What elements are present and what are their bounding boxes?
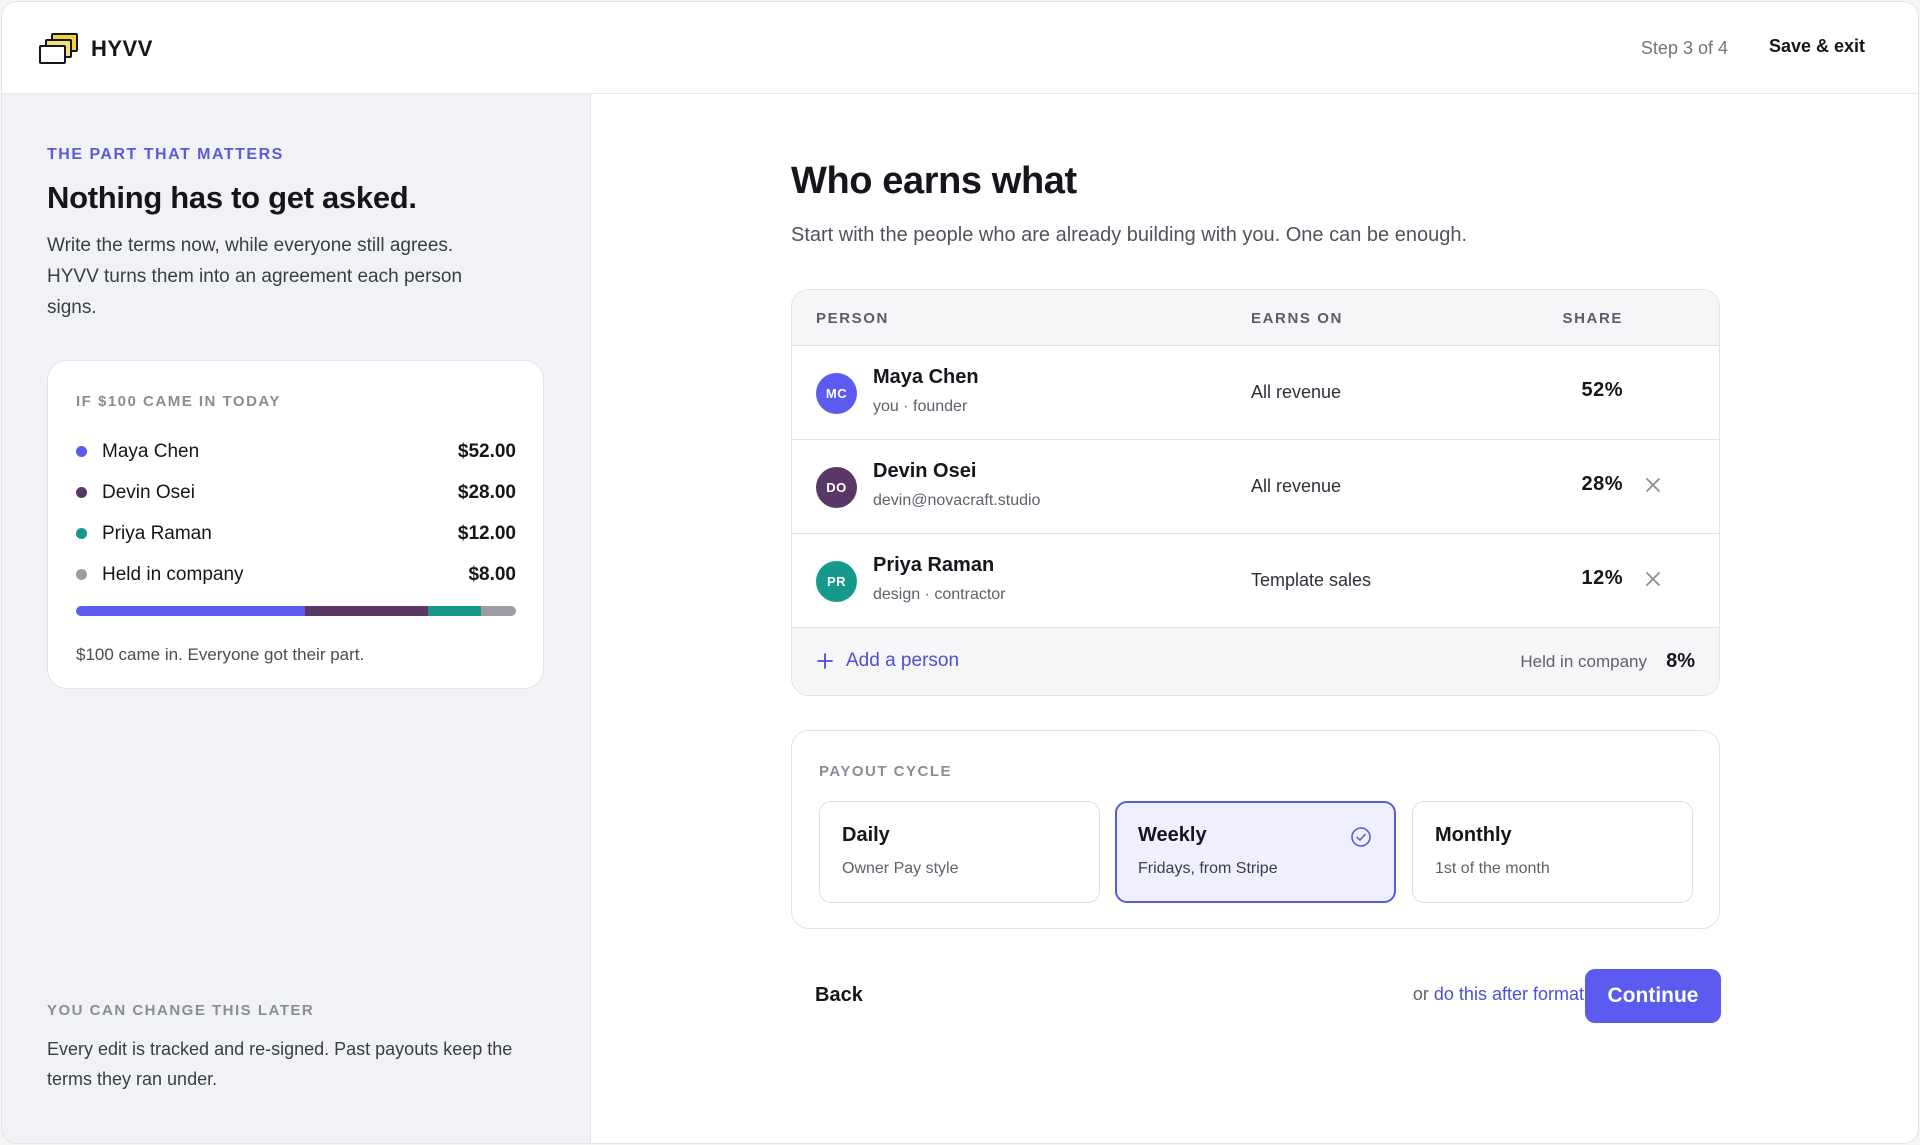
- simulation-list: Maya Chen $52.00 Devin Osei $28.00 Priya…: [76, 431, 516, 595]
- app-window: HYVV Step 3 of 4 Save & exit THE PART TH…: [1, 1, 1919, 1144]
- earns-on-value[interactable]: All revenue: [1251, 382, 1341, 403]
- split-bar-segment: [480, 606, 516, 616]
- share-value[interactable]: 28%: [1581, 473, 1623, 496]
- avatar: PR: [816, 561, 857, 602]
- defer-prefix: or: [1412, 984, 1429, 1004]
- color-dot: [76, 528, 87, 539]
- avatar: MC: [816, 373, 857, 414]
- payout-option-daily[interactable]: Daily Owner Pay style: [819, 801, 1100, 903]
- color-dot: [76, 487, 87, 498]
- color-dot: [76, 446, 87, 457]
- simulation-name: Held in company: [102, 563, 244, 585]
- hyvv-logo-icon: [39, 32, 79, 66]
- continue-button[interactable]: Continue: [1585, 969, 1721, 1023]
- simulation-amount: $12.00: [457, 522, 516, 544]
- earns-on-value[interactable]: All revenue: [1251, 476, 1341, 497]
- person-name: Maya Chen: [873, 366, 979, 388]
- person-meta: you · founder: [873, 398, 968, 415]
- simulation-name: Devin Osei: [102, 481, 195, 503]
- close-icon: [1646, 478, 1660, 492]
- simulation-amount: $52.00: [457, 440, 516, 462]
- step-indicator: Step 3 of 4: [1640, 38, 1728, 58]
- simulation-amount: $8.00: [468, 563, 516, 585]
- brand-name: HYVV: [91, 36, 153, 61]
- simulation-row: Held in company $8.00: [76, 554, 516, 595]
- option-title: Daily: [842, 824, 890, 846]
- earns-on-value[interactable]: Template sales: [1251, 570, 1371, 591]
- sidebar-body: Write the terms now, while everyone stil…: [47, 235, 463, 318]
- option-subtitle: 1st of the month: [1435, 860, 1550, 877]
- table-footer: Add a person Held in company 8%: [792, 628, 1719, 695]
- back-button[interactable]: Back: [815, 984, 863, 1007]
- held-in-company-value: 8%: [1666, 650, 1695, 672]
- sidebar-eyebrow: THE PART THAT MATTERS: [47, 146, 284, 163]
- split-bar-segment: [76, 606, 305, 616]
- split-bar-segment: [304, 606, 428, 616]
- add-person-button[interactable]: Add a person: [816, 650, 959, 672]
- plus-icon: [817, 653, 833, 669]
- simulation-row: Maya Chen $52.00: [76, 431, 516, 472]
- simulation-footer: $100 came in. Everyone got their part.: [76, 645, 365, 664]
- option-title: Monthly: [1435, 824, 1512, 846]
- table-row[interactable]: MC Maya Chen you · founder All revenue 5…: [792, 346, 1719, 440]
- remove-person-button[interactable]: [1641, 473, 1665, 497]
- simulation-row: Priya Raman $12.00: [76, 513, 516, 554]
- avatar: DO: [816, 467, 857, 508]
- simulation-name: Maya Chen: [102, 440, 200, 462]
- table-header: PERSON EARNS ON SHARE: [792, 290, 1719, 346]
- held-in-company-label: Held in company: [1520, 652, 1647, 671]
- split-bar: [76, 606, 516, 616]
- payout-cycle-eyebrow: PAYOUT CYCLE: [819, 763, 953, 780]
- remove-person-button[interactable]: [1641, 567, 1665, 591]
- table-row[interactable]: DO Devin Osei devin@novacraft.studio All…: [792, 440, 1719, 534]
- sidebar: THE PART THAT MATTERS Nothing has to get…: [2, 94, 591, 1143]
- option-title: Weekly: [1138, 824, 1207, 846]
- option-subtitle: Owner Pay style: [842, 860, 959, 877]
- column-header-earns-on: EARNS ON: [1251, 310, 1343, 327]
- save-exit-button[interactable]: Save & exit: [1769, 36, 1865, 57]
- top-bar: HYVV Step 3 of 4 Save & exit: [2, 2, 1918, 94]
- note-eyebrow: YOU CAN CHANGE THIS LATER: [47, 1002, 315, 1019]
- share-value[interactable]: 52%: [1581, 379, 1623, 402]
- payout-option-monthly[interactable]: Monthly 1st of the month: [1412, 801, 1693, 903]
- option-subtitle: Fridays, from Stripe: [1138, 860, 1278, 877]
- simulation-amount: $28.00: [457, 481, 516, 503]
- person-name: Devin Osei: [873, 460, 977, 482]
- share-value[interactable]: 12%: [1581, 567, 1623, 590]
- add-person-label: Add a person: [846, 650, 960, 671]
- payout-cycle-card: PAYOUT CYCLE Daily Owner Pay style Weekl…: [791, 730, 1720, 929]
- column-header-share: SHARE: [1562, 310, 1623, 327]
- sidebar-title: Nothing has to get asked.: [47, 180, 417, 215]
- person-meta: design · contractor: [873, 586, 1006, 603]
- defer-text: or do this after formation: [1413, 984, 1608, 1005]
- split-bar-segment: [427, 606, 481, 616]
- page-title: Who earns what: [791, 160, 1077, 202]
- check-circle-icon: [1350, 826, 1372, 848]
- column-header-person: PERSON: [816, 310, 889, 327]
- person-name: Priya Raman: [873, 554, 995, 576]
- payout-option-weekly[interactable]: Weekly Fridays, from Stripe: [1115, 801, 1396, 903]
- close-icon: [1646, 572, 1660, 586]
- simulation-name: Priya Raman: [102, 522, 212, 544]
- earnings-table: PERSON EARNS ON SHARE MC Maya Chen you ·…: [791, 289, 1720, 696]
- page-subtitle: Start with the people who are already bu…: [791, 224, 1467, 246]
- note-body: Every edit is tracked and re-signed. Pas…: [47, 1039, 513, 1089]
- defer-link[interactable]: do this after formation: [1434, 984, 1608, 1004]
- table-row[interactable]: PR Priya Raman design · contractor Templ…: [792, 534, 1719, 628]
- payout-simulation-card: IF $100 CAME IN TODAY Maya Chen $52.00 D…: [47, 360, 544, 689]
- simulation-eyebrow: IF $100 CAME IN TODAY: [76, 393, 281, 410]
- simulation-row: Devin Osei $28.00: [76, 472, 516, 513]
- color-dot: [76, 569, 87, 580]
- brand[interactable]: HYVV: [39, 32, 153, 66]
- main-content: Who earns what Start with the people who…: [592, 94, 1918, 1143]
- person-meta: devin@novacraft.studio: [873, 492, 1041, 509]
